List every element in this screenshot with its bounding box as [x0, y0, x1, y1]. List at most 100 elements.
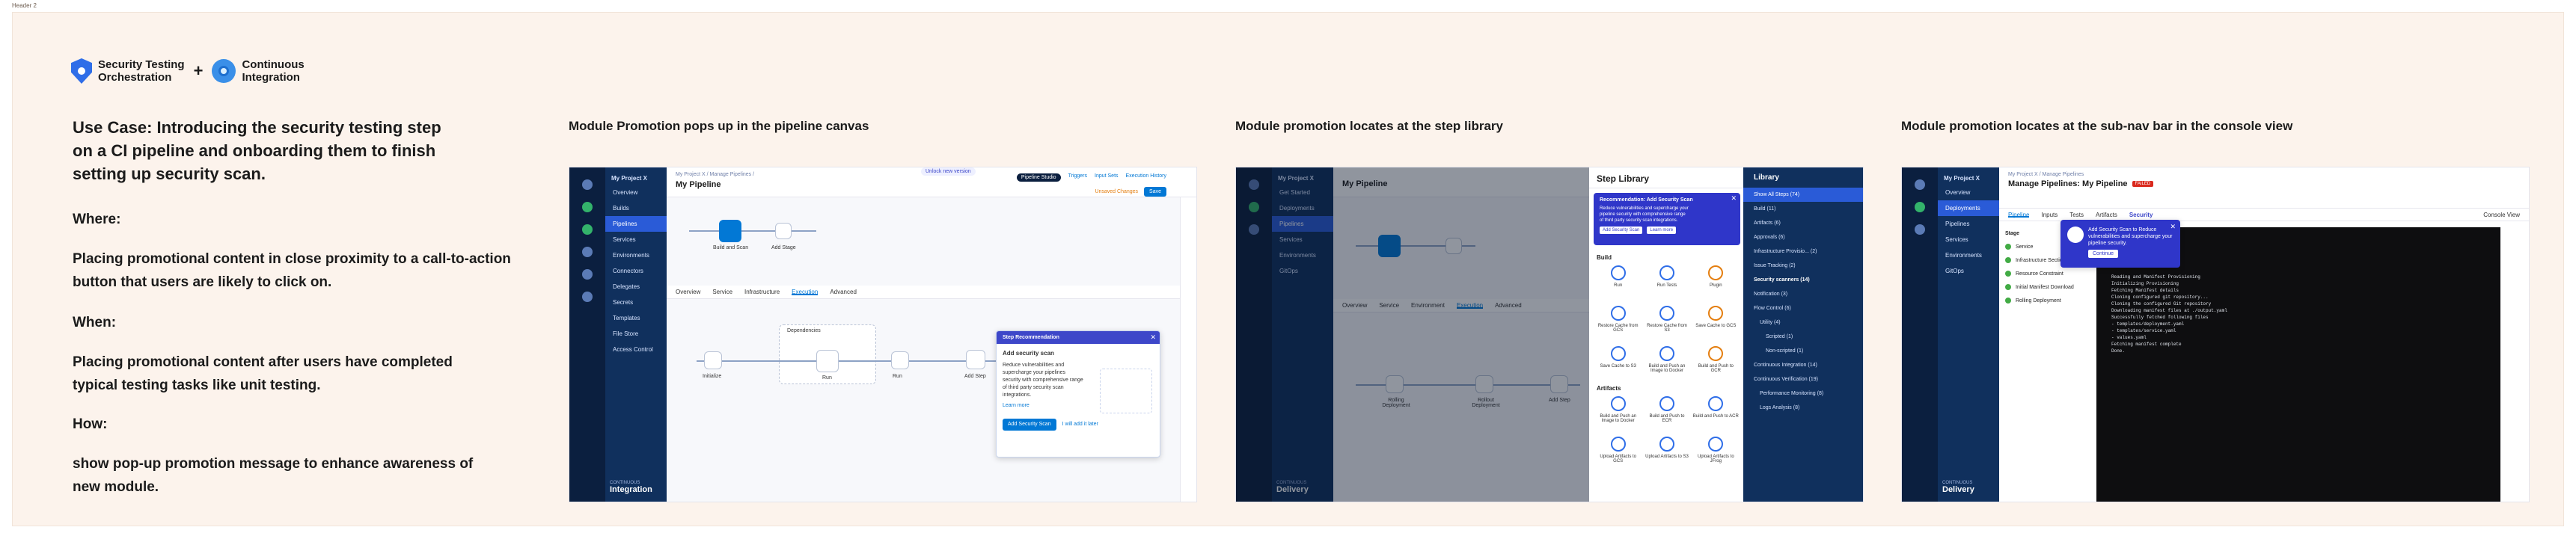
- deployments-icon[interactable]: [582, 202, 593, 212]
- category-item[interactable]: Approvals (6): [1743, 230, 1863, 244]
- category-item[interactable]: Notification (3): [1743, 287, 1863, 301]
- project-selector[interactable]: My Project X: [1938, 167, 1999, 185]
- category-item[interactable]: Issue Tracking (2): [1743, 259, 1863, 273]
- stage-step[interactable]: Rolling Deployment: [1999, 294, 2096, 307]
- subnav-item[interactable]: Services: [605, 232, 667, 247]
- section-title-canvas: Module Promotion pops up in the pipeline…: [569, 119, 869, 133]
- subnav-item[interactable]: Environments: [1938, 247, 1999, 263]
- unlock-chip[interactable]: Unlock new version: [921, 167, 976, 176]
- tab-pipeline-studio[interactable]: Pipeline Studio: [1016, 173, 1061, 182]
- dismiss-link[interactable]: I will add it later: [1062, 421, 1098, 428]
- builds-icon[interactable]: [1915, 224, 1925, 235]
- subnav-item[interactable]: Delegates: [605, 279, 667, 295]
- save-button[interactable]: Save: [1144, 187, 1166, 197]
- subtab-inputs[interactable]: Inputs: [2041, 212, 2058, 218]
- step-tile[interactable]: Restore Cache from GCS: [1595, 306, 1641, 340]
- log-line: Downloading manifest files at ./output.y…: [2111, 308, 2227, 313]
- log-line: Cloning the configured Git repository: [2111, 301, 2212, 307]
- change-intelligence-icon[interactable]: [582, 292, 593, 302]
- subnav-item[interactable]: Overview: [1938, 185, 1999, 200]
- category-item[interactable]: Utility (4): [1743, 315, 1863, 330]
- run-step[interactable]: [816, 350, 839, 372]
- step-tile[interactable]: Plugin: [1693, 265, 1739, 300]
- step-tile[interactable]: Save Cache to S3: [1595, 346, 1641, 381]
- tab-execution-history[interactable]: Execution History: [1126, 173, 1166, 182]
- step-tile[interactable]: Upload Artifacts to JFrog: [1693, 437, 1739, 471]
- stage-step[interactable]: Initial Manifest Download: [1999, 280, 2096, 294]
- feature-flags-icon[interactable]: [582, 247, 593, 257]
- build-and-scan-stage[interactable]: [719, 220, 741, 242]
- subnav-item[interactable]: Environments: [605, 247, 667, 263]
- tab-overview[interactable]: Overview: [676, 289, 700, 295]
- step-tile[interactable]: Run: [1595, 265, 1641, 300]
- close-icon[interactable]: ✕: [1731, 195, 1737, 202]
- subnav-item[interactable]: Templates: [605, 310, 667, 326]
- category-item[interactable]: Logs Analysis (8): [1743, 401, 1863, 415]
- category-item[interactable]: Scripted (1): [1743, 330, 1863, 344]
- step-tile[interactable]: Build and Push to ACR: [1693, 396, 1739, 431]
- category-item[interactable]: Infrastructure Provisio... (2): [1743, 244, 1863, 259]
- step-tile[interactable]: Run Tests: [1644, 265, 1689, 300]
- add-stage-button[interactable]: [775, 223, 792, 239]
- subnav-item-active[interactable]: Deployments: [1938, 200, 1999, 216]
- cloud-costs-icon[interactable]: [582, 269, 593, 280]
- add-security-scan-button[interactable]: Add Security Scan: [1003, 419, 1056, 431]
- step-tile[interactable]: Build and Push to GCR: [1693, 346, 1739, 381]
- tab-execution[interactable]: Execution: [792, 289, 819, 295]
- category-item-security[interactable]: Security scanners (14): [1743, 273, 1863, 287]
- tab-infrastructure[interactable]: Infrastructure: [744, 289, 780, 295]
- category-item[interactable]: Artifacts (6): [1743, 216, 1863, 230]
- category-item[interactable]: Continuous Verification (19): [1743, 372, 1863, 386]
- subnav-item[interactable]: Connectors: [605, 263, 667, 279]
- subnav-item[interactable]: Secrets: [605, 295, 667, 310]
- subnav-item[interactable]: Services: [1938, 232, 1999, 247]
- builds-icon[interactable]: [582, 224, 593, 235]
- step-tile[interactable]: Build and Push to ECR: [1644, 396, 1689, 431]
- close-icon[interactable]: ✕: [2170, 223, 2176, 231]
- subnav-item[interactable]: Overview: [605, 185, 667, 200]
- step-icon: [1659, 346, 1674, 361]
- tab-input-sets[interactable]: Input Sets: [1095, 173, 1119, 182]
- home-icon[interactable]: [582, 179, 593, 190]
- console-view-toggle[interactable]: Console View: [2483, 212, 2520, 218]
- subtab-tests[interactable]: Tests: [2069, 212, 2084, 218]
- close-icon[interactable]: ✕: [1150, 333, 1156, 342]
- project-selector[interactable]: My Project X: [605, 167, 667, 185]
- category-item[interactable]: Performance Monitoring (8): [1743, 386, 1863, 401]
- subnav-item[interactable]: GitOps: [1938, 263, 1999, 279]
- breadcrumb[interactable]: My Project X / Manage Pipelines: [2008, 172, 2520, 177]
- step-icon: [1708, 346, 1724, 361]
- learn-more-link[interactable]: Learn more: [1647, 227, 1677, 234]
- subnav-item[interactable]: Access Control: [605, 342, 667, 357]
- subtab-artifacts[interactable]: Artifacts: [2096, 212, 2117, 218]
- subtab-pipeline[interactable]: Pipeline: [2008, 212, 2030, 218]
- subnav-item[interactable]: File Store: [605, 326, 667, 342]
- step-tile[interactable]: Build and Push an Image to Docker: [1595, 396, 1641, 431]
- subnav-item-active[interactable]: Pipelines: [605, 216, 667, 232]
- category-item-active[interactable]: Show All Steps (74): [1743, 188, 1863, 202]
- tab-advanced[interactable]: Advanced: [830, 289, 857, 295]
- subnav-item[interactable]: Pipelines: [1938, 216, 1999, 232]
- step-tile[interactable]: Upload Artifacts to S3: [1644, 437, 1689, 471]
- deployments-icon[interactable]: [1915, 202, 1925, 212]
- step-tile[interactable]: Upload Artifacts to GCS: [1595, 437, 1641, 471]
- category-item[interactable]: Flow Control (6): [1743, 301, 1863, 315]
- subtab-security[interactable]: Security: [2129, 212, 2153, 218]
- add-step-button[interactable]: [966, 350, 985, 369]
- run-step[interactable]: [891, 351, 909, 369]
- step-tile[interactable]: Save Cache to GCS: [1693, 306, 1739, 340]
- add-security-scan-button[interactable]: Add Security Scan: [1600, 227, 1643, 234]
- continue-button[interactable]: Continue: [2088, 250, 2119, 258]
- step-tile[interactable]: Restore Cache from S3: [1644, 306, 1689, 340]
- category-item[interactable]: Build (11): [1743, 202, 1863, 216]
- category-item[interactable]: Continuous Integration (14): [1743, 358, 1863, 372]
- initialize-step[interactable]: [704, 351, 722, 369]
- step-tile[interactable]: Build and Push an Image to Docker: [1644, 346, 1689, 381]
- shield-logo-icon: [71, 58, 92, 84]
- tab-triggers[interactable]: Triggers: [1068, 173, 1087, 182]
- category-item[interactable]: Non-scripted (1): [1743, 344, 1863, 358]
- stage-step[interactable]: Resource Constraint: [1999, 267, 2096, 280]
- tab-service[interactable]: Service: [712, 289, 732, 295]
- home-icon[interactable]: [1915, 179, 1925, 190]
- subnav-item[interactable]: Builds: [605, 200, 667, 216]
